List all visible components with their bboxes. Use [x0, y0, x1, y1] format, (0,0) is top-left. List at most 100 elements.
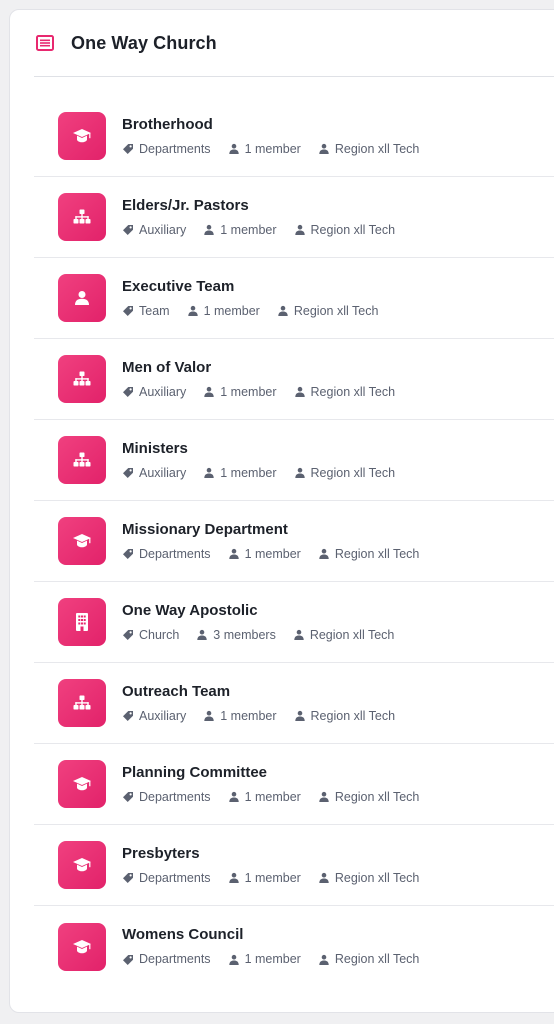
- owner-icon: [318, 548, 330, 560]
- group-avatar: [58, 598, 106, 646]
- group-row[interactable]: Outreach Team Auxiliary 1 member Region xll…: [34, 663, 554, 744]
- group-members-label: 1 member: [244, 870, 301, 885]
- group-type: Departments: [122, 952, 211, 967]
- group-info: Womens Council Departments 1 member Region …: [122, 926, 436, 967]
- group-info: Outreach Team Auxiliary 1 member Region xll…: [122, 683, 412, 724]
- graduation-cap-icon: [72, 938, 92, 956]
- graduation-cap-icon: [72, 775, 92, 793]
- group-info: Ministers Auxiliary 1 member Region xll Tec…: [122, 440, 412, 481]
- group-members: 1 member: [203, 466, 277, 481]
- group-avatar: [58, 760, 106, 808]
- group-name[interactable]: Executive Team: [122, 278, 395, 296]
- tag-icon: [122, 305, 134, 317]
- graduation-cap-icon: [72, 856, 92, 874]
- group-owner-label: Region xll Tech: [334, 870, 420, 885]
- group-owner-label: Region xll Tech: [310, 384, 396, 399]
- group-meta: Departments 1 member Region xll Tech: [122, 142, 436, 157]
- group-owner: Region xll Tech: [277, 303, 379, 319]
- group-meta: Departments 1 member Region xll Tech: [122, 952, 436, 967]
- group-members-label: 1 member: [244, 789, 301, 804]
- group-row[interactable]: Elders/Jr. Pastors Auxiliary 1 member Regio…: [34, 177, 554, 258]
- org-chart-icon: [72, 451, 92, 469]
- group-members: 1 member: [228, 142, 301, 157]
- group-row[interactable]: Men of Valor Auxiliary 1 member Region xll …: [34, 339, 554, 420]
- member-icon: [203, 467, 215, 479]
- group-row[interactable]: One Way Apostolic Church 3 members Region x…: [34, 582, 554, 663]
- member-icon: [187, 305, 199, 317]
- group-type: Auxiliary: [122, 223, 186, 238]
- member-icon: [203, 224, 215, 236]
- group-name[interactable]: Men of Valor: [122, 359, 412, 377]
- group-members-label: 3 members: [213, 627, 276, 642]
- member-icon: [228, 548, 240, 560]
- group-owner-label: Region xll Tech: [309, 627, 395, 642]
- owner-icon: [294, 467, 306, 479]
- group-name[interactable]: Womens Council: [122, 926, 436, 944]
- group-row[interactable]: Womens Council Departments 1 member Region …: [34, 906, 554, 987]
- group-name[interactable]: Elders/Jr. Pastors: [122, 197, 412, 215]
- group-type-label: Auxiliary: [139, 465, 187, 480]
- group-members-label: 1 member: [203, 303, 260, 318]
- group-type-label: Departments: [139, 952, 211, 966]
- group-name[interactable]: Presbyters: [122, 845, 436, 863]
- building-icon: [74, 612, 90, 632]
- group-avatar: [58, 274, 106, 322]
- owner-icon: [294, 386, 306, 398]
- group-owner-label: Region xll Tech: [310, 708, 396, 723]
- group-name[interactable]: Missionary Department: [122, 521, 436, 539]
- group-name[interactable]: One Way Apostolic: [122, 602, 411, 620]
- group-members: 1 member: [228, 547, 301, 562]
- owner-icon: [293, 629, 305, 641]
- owner-icon: [318, 143, 330, 155]
- tag-icon: [122, 629, 134, 641]
- group-type: Departments: [122, 790, 211, 805]
- group-owner-label: Region xll Tech: [334, 141, 420, 156]
- group-type-label: Auxiliary: [139, 708, 187, 723]
- group-owner: Region xll Tech: [294, 223, 395, 238]
- owner-icon: [318, 954, 330, 966]
- org-chart-icon: [72, 208, 92, 226]
- owner-icon: [318, 791, 330, 803]
- graduation-cap-icon: [72, 127, 92, 145]
- group-meta: Departments 1 member Region xll Tech: [122, 871, 436, 886]
- group-avatar: [58, 922, 106, 971]
- tag-icon: [122, 791, 134, 803]
- group-avatar: [58, 517, 106, 565]
- tag-icon: [122, 710, 134, 722]
- group-owner-label: Region xll Tech: [334, 546, 420, 561]
- group-members: 1 member: [203, 223, 277, 238]
- group-meta: Auxiliary 1 member Region xll Tech: [122, 466, 412, 481]
- tag-icon: [122, 954, 134, 966]
- group-row[interactable]: Brotherhood Departments 1 member Region xll…: [34, 96, 554, 177]
- group-owner-label: Region xll Tech: [334, 789, 420, 804]
- group-row[interactable]: Presbyters Departments 1 member Region xll …: [34, 825, 554, 906]
- group-members-label: 1 member: [220, 708, 277, 723]
- group-owner: Region xll Tech: [318, 789, 420, 805]
- member-icon: [228, 791, 240, 803]
- member-icon: [203, 710, 215, 722]
- group-owner-label: Region xll Tech: [310, 465, 396, 480]
- group-members-label: 1 member: [244, 141, 301, 156]
- group-info: Men of Valor Auxiliary 1 member Region xll …: [122, 359, 412, 400]
- group-name[interactable]: Brotherhood: [122, 116, 436, 134]
- group-row[interactable]: Ministers Auxiliary 1 member Region xll Tec…: [34, 420, 554, 501]
- group-name[interactable]: Outreach Team: [122, 683, 412, 701]
- group-row[interactable]: Executive Team Team 1 member Region xll Tec…: [34, 258, 554, 339]
- group-type-label: Departments: [139, 141, 211, 156]
- group-name[interactable]: Planning Committee: [122, 764, 436, 782]
- member-icon: [228, 143, 240, 155]
- group-name[interactable]: Ministers: [122, 440, 412, 458]
- owner-icon: [294, 710, 306, 722]
- group-type: Auxiliary: [122, 385, 186, 400]
- group-owner: Region xll Tech: [318, 870, 420, 886]
- tag-icon: [122, 548, 134, 560]
- page-title: One Way Church: [71, 32, 217, 53]
- group-avatar: [58, 355, 106, 403]
- group-type-label: Departments: [139, 546, 211, 561]
- group-row[interactable]: Missionary Department Departments 1 member…: [34, 501, 554, 582]
- group-members: 1 member: [187, 304, 260, 319]
- group-row[interactable]: Planning Committee Departments 1 member Reg…: [34, 744, 554, 825]
- org-chart-icon: [72, 694, 92, 712]
- group-owner-label: Region xll Tech: [293, 303, 379, 318]
- group-type: Church: [122, 628, 179, 643]
